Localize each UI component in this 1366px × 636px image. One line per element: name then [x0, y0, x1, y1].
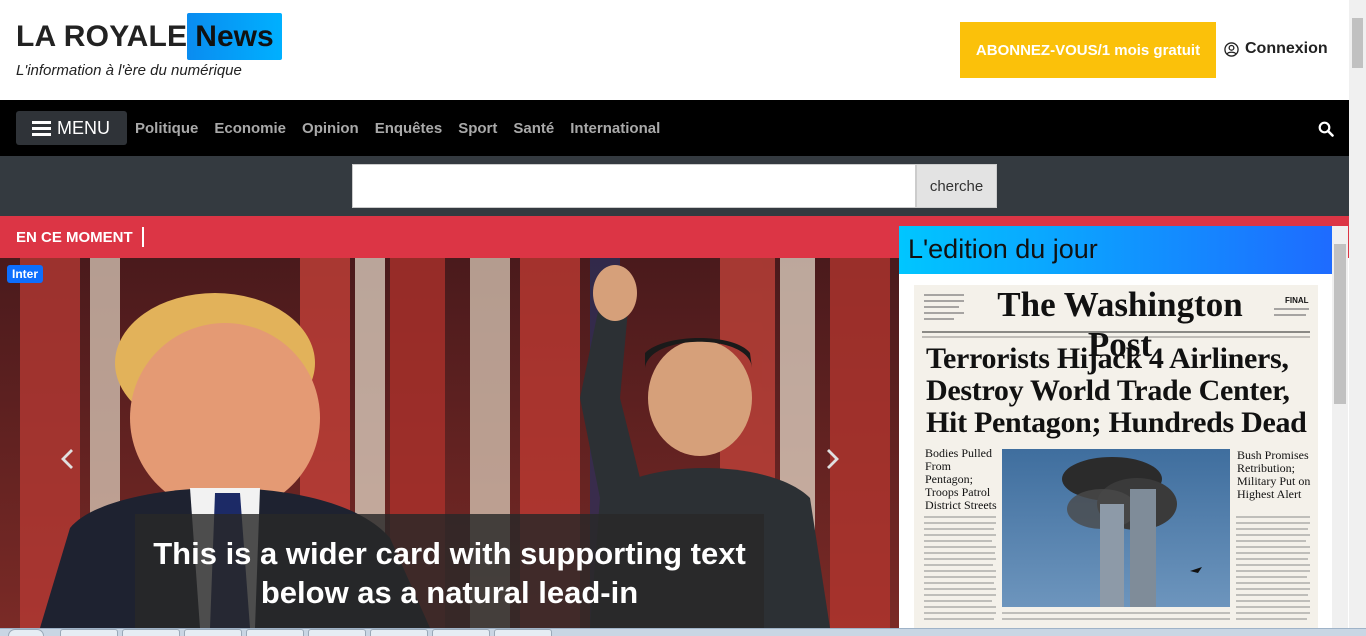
edition-title: L'edition du jour — [908, 234, 1098, 264]
user-circle-icon — [1224, 41, 1239, 57]
newspaper-photo — [1002, 449, 1230, 607]
edition-scrollbar-thumb[interactable] — [1334, 244, 1346, 404]
taskbar-app-8[interactable] — [494, 629, 552, 636]
ticker-label: EN CE MOMENT — [16, 228, 133, 246]
chevron-right-icon[interactable] — [822, 447, 842, 471]
search-icon[interactable] — [1318, 121, 1334, 137]
nav-link-opinion[interactable]: Opinion — [302, 120, 359, 137]
nav-link-sport[interactable]: Sport — [458, 120, 497, 137]
site-logo[interactable]: LA ROYALE News — [16, 13, 282, 60]
subscribe-button[interactable]: ABONNEZ-VOUS/1 mois gratuit — [960, 22, 1216, 78]
carousel-caption[interactable]: This is a wider card with supporting tex… — [135, 534, 764, 612]
menu-label: MENU — [57, 117, 110, 138]
hamburger-icon — [32, 120, 51, 136]
taskbar-app-5[interactable] — [308, 629, 366, 636]
category-badge[interactable]: Inter — [7, 265, 44, 283]
nav-link-politique[interactable]: Politique — [135, 120, 198, 137]
nav-link-economie[interactable]: Economie — [214, 120, 286, 137]
nav-links: Politique Economie Opinion Enquêtes Spor… — [135, 100, 676, 156]
login-link[interactable]: Connexion — [1224, 40, 1328, 58]
nav-link-enquetes[interactable]: Enquêtes — [375, 120, 443, 137]
ticker-divider — [141, 227, 144, 247]
logo-text: LA ROYALE — [16, 19, 188, 53]
taskbar-app-6[interactable] — [370, 629, 428, 636]
nav-link-international[interactable]: International — [570, 120, 660, 137]
chevron-left-icon[interactable] — [58, 447, 78, 471]
newspaper-headline: Terrorists Hijack 4 Airliners, Destroy W… — [926, 342, 1307, 439]
logo-news-badge: News — [187, 13, 282, 60]
taskbar-app-2[interactable] — [122, 629, 180, 636]
search-input[interactable] — [352, 164, 916, 208]
search-button[interactable]: cherche — [916, 164, 997, 208]
ticker-label-wrap: EN CE MOMENT — [16, 216, 144, 258]
taskbar-app-3[interactable] — [184, 629, 242, 636]
page-scrollbar[interactable] — [1349, 0, 1366, 636]
start-button[interactable] — [8, 629, 44, 636]
site-tagline: L'information à l'ère du numérique — [16, 62, 242, 79]
nav-link-sante[interactable]: Santé — [513, 120, 554, 137]
menu-button[interactable]: MENU — [16, 111, 127, 145]
taskbar-app-4[interactable] — [246, 629, 304, 636]
login-label: Connexion — [1245, 40, 1328, 57]
newspaper-left-subhead: Bodies Pulled From Pentagon; Troops Patr… — [925, 446, 997, 512]
newspaper-final-label: FINAL — [1285, 296, 1309, 305]
taskbar-app-1[interactable] — [60, 629, 118, 636]
taskbar-app-7[interactable] — [432, 629, 490, 636]
newspaper-right-subhead: Bush Promises Retribution; Military Put … — [1237, 448, 1311, 501]
main-nav: MENU Politique Economie Opinion Enquêtes… — [0, 100, 1349, 156]
page-scrollbar-thumb[interactable] — [1352, 18, 1363, 68]
